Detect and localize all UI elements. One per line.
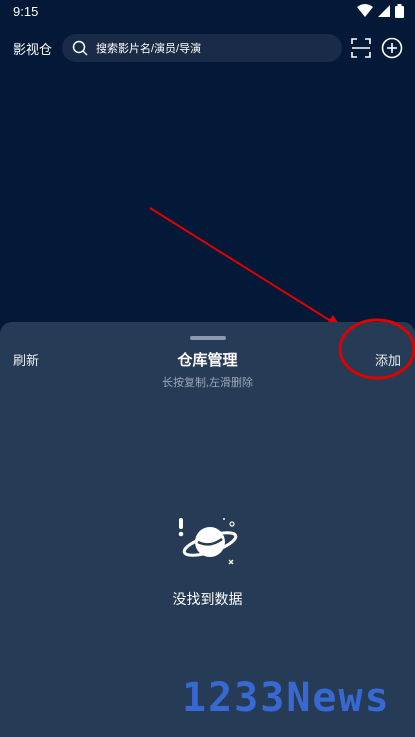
sheet-title: 仓库管理 [177,352,238,369]
status-bar: 9:15 [0,0,415,26]
search-placeholder: 搜索影片名/演员/导演 [96,43,202,55]
watermark: 1233News [182,675,391,721]
status-time: 9:15 [13,4,39,19]
wifi-icon [357,4,373,18]
planet-icon [176,516,240,573]
empty-state-text: 没找到数据 [172,591,243,607]
status-icons [357,4,404,18]
drag-handle[interactable] [190,336,226,340]
top-bar: 影视仓 搜索影片名/演员/导演 [0,32,415,64]
app-title: 影视仓 [13,42,53,57]
search-input[interactable]: 搜索影片名/演员/导演 [62,34,342,62]
search-icon [72,40,88,56]
scan-icon[interactable] [351,38,371,58]
battery-icon [395,4,404,18]
add-circle-icon[interactable] [381,37,403,59]
sheet-subtitle: 长按复制,左滑删除 [161,377,254,389]
add-button[interactable]: 添加 [375,350,401,369]
signal-icon [377,4,391,18]
